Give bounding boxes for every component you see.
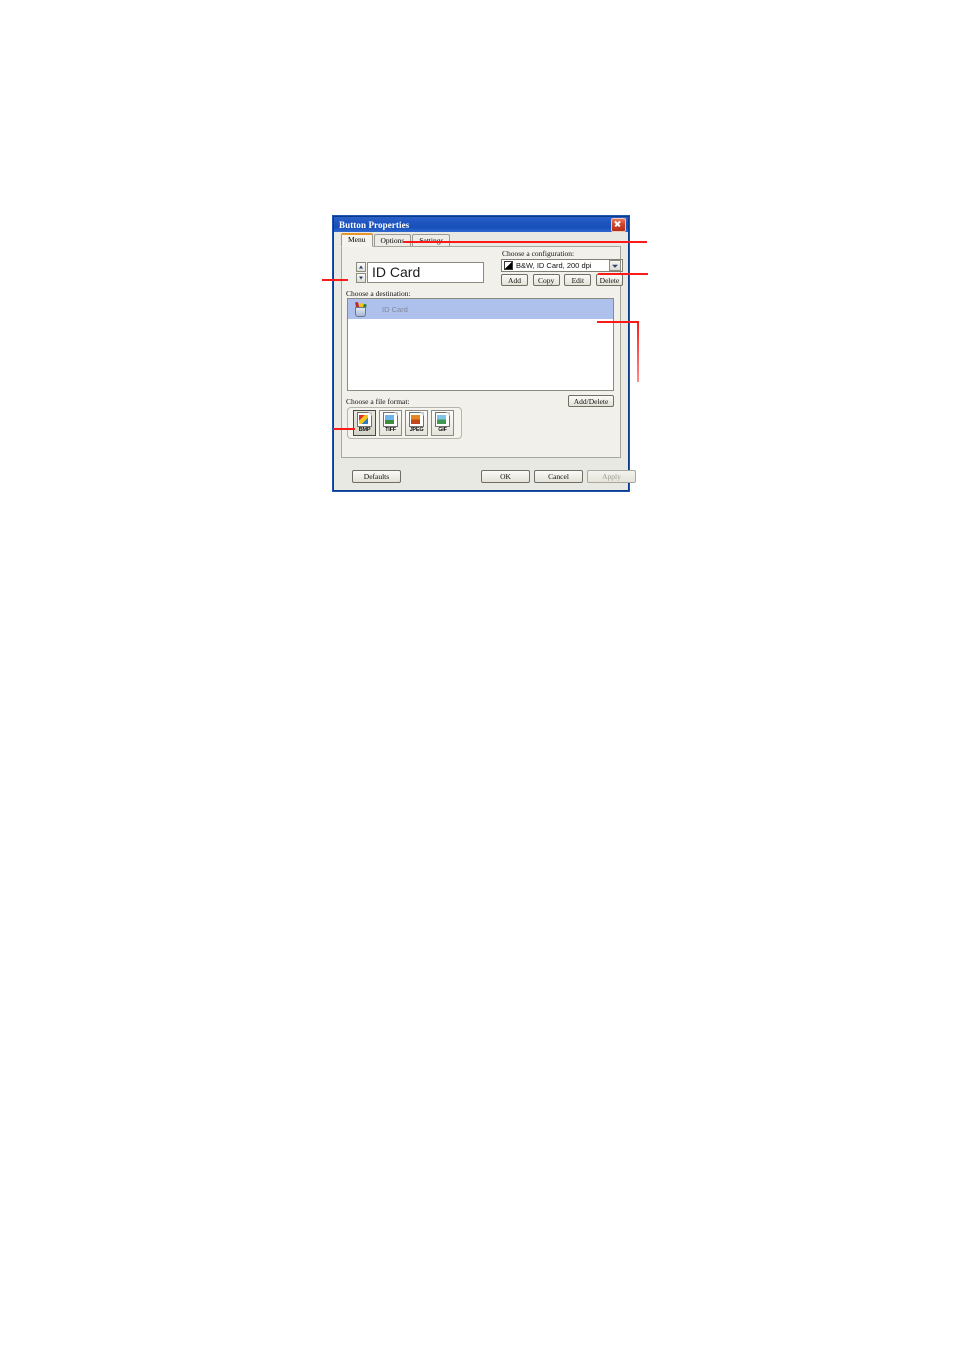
file-format-jpeg-button[interactable]: JPEG [405,410,428,436]
file-format-tiff-label: TIFF [385,427,396,433]
file-format-gif-label: GIF [438,427,447,433]
annotation-line-file-format [333,428,355,430]
bmp-file-icon [357,412,372,427]
file-format-bmp-label: BMP [358,427,371,433]
stepper-up-icon[interactable] [356,262,366,272]
apply-button: Apply [587,470,636,483]
button-properties-dialog: Button Properties Menu Options Settings … [333,216,636,491]
add-delete-destination-button[interactable]: Add/Delete [568,395,614,407]
file-format-tiff-button[interactable]: TIFF [379,410,402,436]
tab-menu[interactable]: Menu [341,233,373,247]
annotation-line-name-field [322,279,348,281]
file-format-bmp-button[interactable]: BMP [353,410,376,436]
add-configuration-button[interactable]: Add [501,274,528,286]
annotation-bracket-destination [637,321,639,382]
close-icon[interactable] [611,217,626,232]
delete-configuration-button[interactable]: Delete [595,274,623,286]
dialog-title: Button Properties [339,219,410,230]
configuration-selected-value: B&W, ID Card, 200 dpi [516,261,592,270]
file-format-gif-button[interactable]: GIF [431,410,454,436]
application-icon [353,301,368,317]
file-format-label: Choose a file format: [346,397,410,406]
ok-button[interactable]: OK [481,470,530,483]
file-format-jpeg-label: JPEG [409,427,424,433]
file-format-toolbar: BMP TIFF JPEG GIF [347,407,462,439]
defaults-button[interactable]: Defaults [352,470,401,483]
dialog-titlebar[interactable]: Button Properties [334,217,628,232]
jpeg-file-icon [409,412,424,427]
annotation-line-configuration [598,273,648,275]
configuration-dropdown[interactable]: B&W, ID Card, 200 dpi [501,259,623,272]
tiff-file-icon [383,412,398,427]
destination-list[interactable]: ID Card [347,298,614,391]
gif-file-icon [435,412,450,427]
edit-configuration-button[interactable]: Edit [564,274,592,286]
annotation-line-tabs [404,241,647,243]
list-item[interactable]: ID Card [348,299,613,319]
dialog-footer: Defaults OK Cancel Apply [341,470,636,484]
button-name-input[interactable]: ID Card [367,262,484,283]
menu-tab-panel: ID Card Choose a configuration: B&W, ID … [341,246,623,458]
stepper-down-icon[interactable] [356,273,366,283]
cancel-button[interactable]: Cancel [534,470,583,483]
button-index-stepper[interactable] [356,262,366,283]
configuration-label: Choose a configuration: [502,249,575,258]
annotation-line-destination [597,321,639,323]
configuration-buttons: Add Copy Edit Delete [501,274,623,286]
list-item-label: ID Card [382,304,408,314]
button-name-row: ID Card [356,262,484,283]
destination-label: Choose a destination: [346,289,411,298]
bw-mode-icon [504,261,513,270]
chevron-down-icon[interactable] [609,260,621,271]
copy-configuration-button[interactable]: Copy [532,274,560,286]
